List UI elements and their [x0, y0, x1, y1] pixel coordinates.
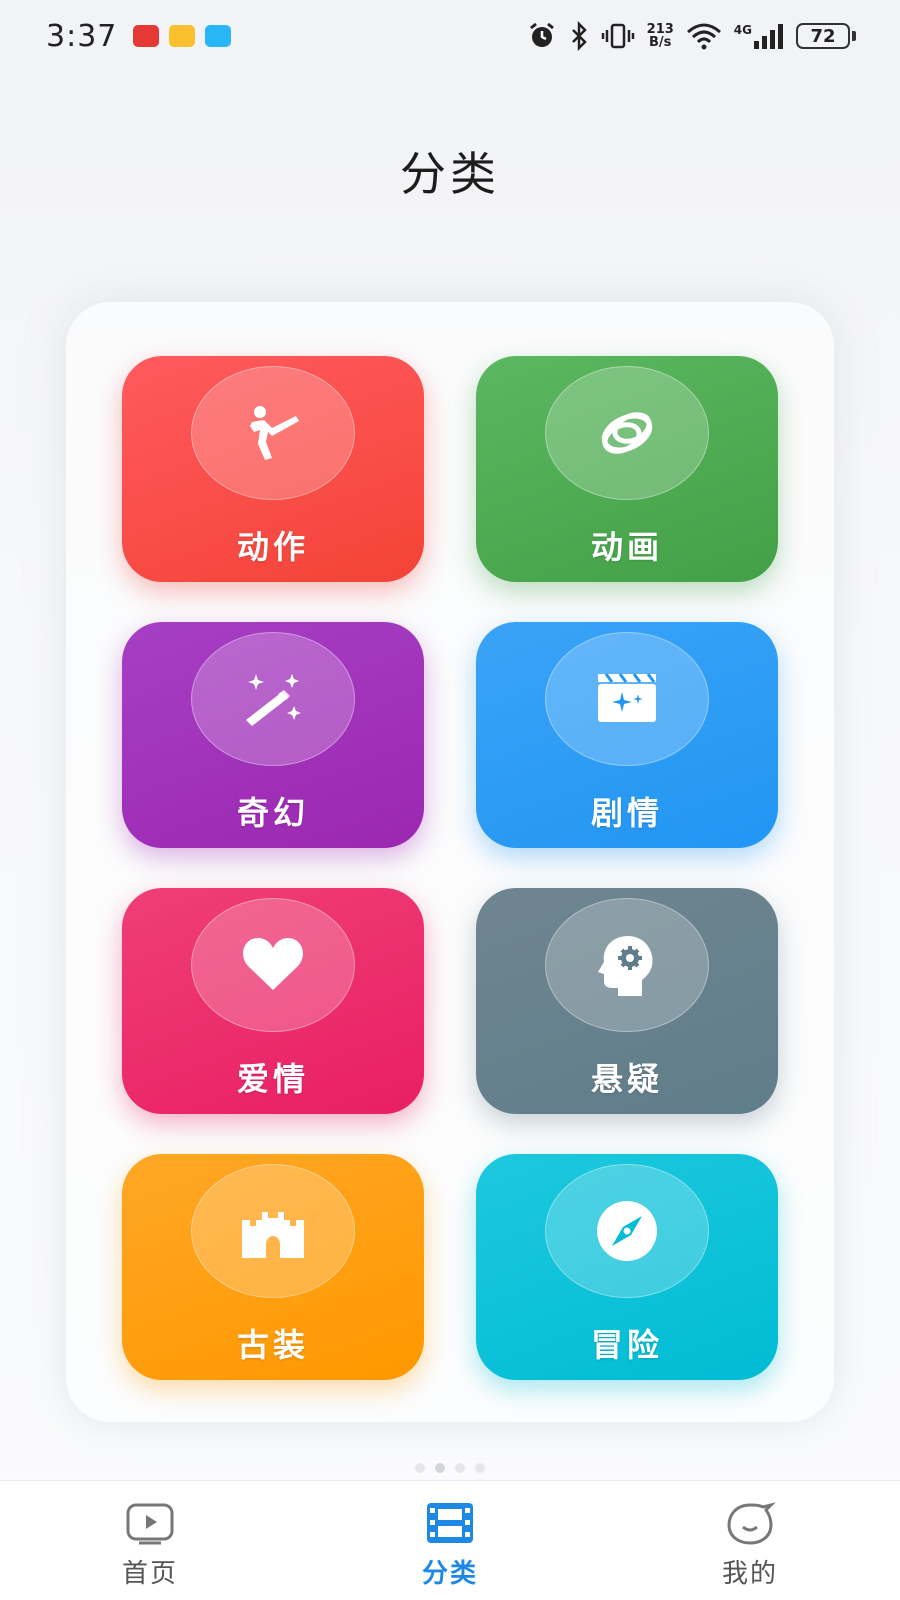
category-card-drama[interactable]: 剧情	[476, 622, 778, 848]
category-icon-bubble	[191, 632, 355, 766]
category-card-adventure[interactable]: 冒险	[476, 1154, 778, 1380]
smiley-face-icon	[727, 1502, 776, 1545]
category-label: 冒险	[590, 1326, 663, 1364]
category-label: 动作	[236, 528, 309, 566]
status-bar: 3:37 213 B/s 4G 72	[0, 0, 900, 72]
category-icon-bubble	[191, 898, 355, 1032]
cell-signal: 4G	[734, 23, 784, 49]
page-indicator	[0, 1463, 900, 1473]
mail-notification-icon	[169, 25, 196, 47]
film-strip-icon	[427, 1503, 473, 1543]
message-notification-icon	[205, 25, 232, 47]
page-dot	[455, 1463, 465, 1473]
category-icon-bubble	[545, 366, 709, 500]
category-card-animation[interactable]: 动画	[476, 356, 778, 582]
category-icon-bubble	[191, 366, 355, 500]
page-title: 分类	[400, 147, 500, 201]
clapperboard-icon	[598, 673, 656, 722]
play-tv-icon	[126, 1503, 174, 1545]
network-type: 4G	[733, 23, 752, 37]
nav-label: 分类	[421, 1559, 478, 1589]
category-card-fantasy[interactable]: 奇幻	[122, 622, 424, 848]
alarm-icon	[529, 22, 554, 47]
nav-item-home[interactable]: 首页	[0, 1481, 300, 1600]
category-card-costume[interactable]: 古装	[122, 1154, 424, 1380]
vibrate-icon	[601, 23, 634, 49]
battery-cap	[852, 31, 856, 41]
nav-label: 首页	[121, 1559, 178, 1589]
network-speed-unit: B/s	[649, 35, 672, 50]
category-icon-bubble	[191, 1164, 355, 1298]
category-label: 奇幻	[236, 794, 309, 832]
page-dot	[475, 1463, 485, 1473]
category-icon-bubble	[545, 898, 709, 1032]
category-icon-bubble	[545, 632, 709, 766]
nav-item-me[interactable]: 我的	[600, 1481, 900, 1600]
category-card-action[interactable]: 动作	[122, 356, 424, 582]
page-dot-active	[435, 1463, 445, 1473]
wifi-icon	[686, 23, 721, 50]
category-label: 爱情	[236, 1060, 309, 1098]
nav-label: 我的	[721, 1559, 778, 1589]
head-gear-icon	[598, 936, 653, 996]
castle-icon	[242, 1212, 304, 1258]
huawei-app-notification-icon	[133, 25, 160, 47]
battery-indicator: 72	[796, 23, 856, 49]
cell-signal-icon	[754, 24, 783, 49]
category-label: 剧情	[590, 794, 663, 832]
category-label: 悬疑	[590, 1060, 663, 1098]
status-bar-right: 213 B/s 4G 72	[527, 21, 856, 51]
category-card-romance[interactable]: 爱情	[122, 888, 424, 1114]
martial-arts-kick-icon	[250, 406, 299, 460]
rings-icon	[601, 412, 653, 454]
category-grid: 动作 动画 奇幻 剧情 爱情 悬疑 古装 冒险	[122, 356, 782, 1380]
category-card-mystery[interactable]: 悬疑	[476, 888, 778, 1114]
nav-item-category[interactable]: 分类	[300, 1481, 600, 1600]
bottom-nav: 首页 分类 我的	[0, 1480, 900, 1600]
status-bar-left: 3:37	[46, 18, 232, 54]
heart-icon	[243, 938, 303, 990]
category-label: 动画	[590, 528, 663, 566]
compass-icon	[597, 1201, 657, 1261]
page-dot	[415, 1463, 425, 1473]
category-label: 古装	[236, 1326, 309, 1364]
status-time: 3:37	[46, 18, 118, 54]
network-speed: 213 B/s	[647, 23, 674, 49]
category-icon-bubble	[545, 1164, 709, 1298]
screen: 3:37 213 B/s 4G 72 分类 动作 动画 奇幻 剧情 爱情 悬疑 …	[0, 0, 900, 1600]
magic-wand-icon	[246, 674, 301, 726]
bluetooth-icon	[571, 21, 587, 51]
battery-level: 72	[796, 23, 850, 49]
